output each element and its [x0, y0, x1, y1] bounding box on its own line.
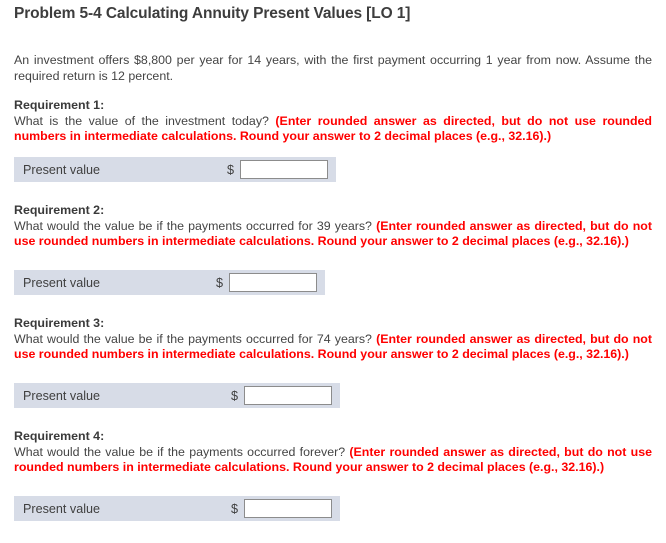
- requirement-heading-3: Requirement 3:: [14, 316, 105, 330]
- requirement-question-2: What would the value be if the payments …: [14, 219, 652, 250]
- present-value-input-1[interactable]: [240, 160, 328, 179]
- requirement-heading-1: Requirement 1:: [14, 98, 105, 112]
- requirement-heading-2: Requirement 2:: [14, 203, 105, 217]
- requirement-block-3: Requirement 3: What would the value be i…: [14, 316, 652, 363]
- currency-symbol-4: $: [230, 501, 238, 516]
- page-title: Problem 5-4 Calculating Annuity Present …: [14, 5, 411, 22]
- present-value-input-2[interactable]: [229, 273, 317, 292]
- problem-statement: An investment offers $8,800 per year for…: [14, 53, 652, 83]
- problem-page: Problem 5-4 Calculating Annuity Present …: [0, 0, 666, 543]
- answer-label-3: Present value: [23, 388, 101, 403]
- present-value-input-3[interactable]: [244, 386, 332, 405]
- answer-label-2: Present value: [23, 275, 101, 290]
- currency-symbol-2: $: [215, 275, 223, 290]
- answer-row-3: Present value $: [14, 383, 340, 408]
- question-text-3: What would the value be if the payments …: [14, 331, 377, 346]
- question-text-1: What is the value of the investment toda…: [14, 113, 276, 128]
- requirement-question-4: What would the value be if the payments …: [14, 445, 652, 476]
- question-text-2: What would the value be if the payments …: [14, 218, 377, 233]
- requirement-block-2: Requirement 2: What would the value be i…: [14, 203, 652, 250]
- answer-row-1: Present value $: [14, 157, 336, 182]
- requirement-question-1: What is the value of the investment toda…: [14, 114, 652, 145]
- present-value-input-4[interactable]: [244, 499, 332, 518]
- requirement-heading-4: Requirement 4:: [14, 429, 105, 443]
- requirement-question-3: What would the value be if the payments …: [14, 332, 652, 363]
- answer-label-4: Present value: [23, 501, 101, 516]
- requirement-block-4: Requirement 4: What would the value be i…: [14, 429, 652, 476]
- currency-symbol-3: $: [230, 388, 238, 403]
- answer-row-4: Present value $: [14, 496, 340, 521]
- question-text-4: What would the value be if the payments …: [14, 444, 350, 459]
- currency-symbol-1: $: [226, 162, 234, 177]
- requirement-block-1: Requirement 1: What is the value of the …: [14, 98, 652, 145]
- answer-row-2: Present value $: [14, 270, 325, 295]
- answer-label-1: Present value: [23, 162, 101, 177]
